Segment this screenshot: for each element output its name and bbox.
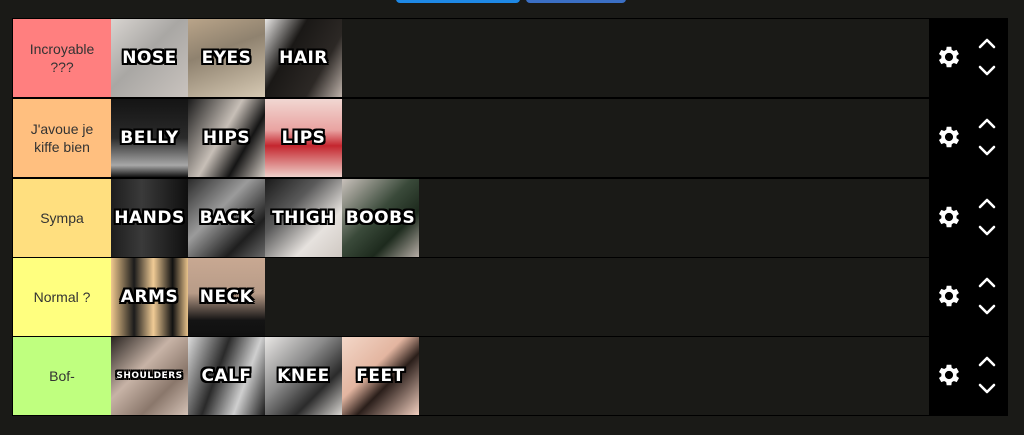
gear-icon[interactable] — [935, 123, 963, 151]
tier-item-label: NOSE — [122, 48, 177, 68]
tier-item-calf[interactable]: CALF — [188, 337, 265, 415]
tier-label[interactable]: Bof- — [13, 337, 111, 415]
tier-item-knee[interactable]: KNEE — [265, 337, 342, 415]
gear-icon[interactable] — [935, 361, 963, 389]
tier-item-belly[interactable]: BELLY — [111, 99, 188, 177]
gear-icon[interactable] — [935, 282, 963, 310]
tier-row: J'avoue je kiffe bien BELLY HIPS LIPS — [12, 99, 1008, 177]
tier-item-label: EYES — [201, 48, 252, 68]
tier-item-back[interactable]: BACK — [188, 179, 265, 257]
tier-item-label: BACK — [199, 208, 254, 228]
tier-item-hair[interactable]: HAIR — [265, 19, 342, 97]
chevron-up-icon[interactable] — [975, 35, 999, 51]
tier-label[interactable]: Incroyable ??? — [13, 19, 111, 97]
tier-item-label: CALF — [201, 366, 252, 386]
tier-item-thigh[interactable]: THIGH — [265, 179, 342, 257]
tier-row: Normal ? ARMS NECK — [12, 258, 1008, 336]
tier-list: Incroyable ??? NOSE EYES HAIR J'avoue je kif… — [12, 18, 1008, 416]
gear-icon[interactable] — [935, 203, 963, 231]
chevron-down-icon[interactable] — [975, 223, 999, 239]
chevron-down-icon[interactable] — [975, 302, 999, 318]
tier-items-dropzone[interactable]: NOSE EYES HAIR — [111, 19, 929, 97]
tier-items-dropzone[interactable]: BELLY HIPS LIPS — [111, 99, 929, 177]
tier-controls — [929, 99, 1007, 177]
tier-item-neck[interactable]: NECK — [188, 258, 265, 336]
tier-items-dropzone[interactable]: HANDS BACK THIGH BOOBS — [111, 179, 929, 257]
tier-item-feet[interactable]: FEET — [342, 337, 419, 415]
tier-row: Sympa HANDS BACK THIGH BOOBS — [12, 179, 1008, 257]
top-button-primary[interactable] — [396, 0, 520, 3]
tier-item-label: FEET — [356, 366, 405, 386]
chevron-up-icon[interactable] — [975, 274, 999, 290]
tier-label[interactable]: Sympa — [13, 179, 111, 257]
tier-controls — [929, 179, 1007, 257]
tier-controls — [929, 258, 1007, 336]
tier-item-hips[interactable]: HIPS — [188, 99, 265, 177]
tier-row: Bof- SHOULDERS CALF KNEE FEET — [12, 337, 1008, 415]
tier-item-hands[interactable]: HANDS — [111, 179, 188, 257]
tier-items-dropzone[interactable]: ARMS NECK — [111, 258, 929, 336]
tier-item-lips[interactable]: LIPS — [265, 99, 342, 177]
top-button-secondary[interactable] — [526, 0, 626, 3]
tier-row: Incroyable ??? NOSE EYES HAIR — [12, 19, 1008, 97]
tier-controls — [929, 19, 1007, 97]
tier-item-nose[interactable]: NOSE — [111, 19, 188, 97]
tier-items-dropzone[interactable]: SHOULDERS CALF KNEE FEET — [111, 337, 929, 415]
tier-item-label: ARMS — [120, 287, 179, 307]
chevron-down-icon[interactable] — [975, 381, 999, 397]
tier-item-label: BELLY — [120, 128, 179, 148]
chevron-up-icon[interactable] — [975, 115, 999, 131]
chevron-down-icon[interactable] — [975, 63, 999, 79]
tier-item-label: HIPS — [202, 128, 251, 148]
tier-item-eyes[interactable]: EYES — [188, 19, 265, 97]
tier-item-arms[interactable]: ARMS — [111, 258, 188, 336]
tier-label[interactable]: Normal ? — [13, 258, 111, 336]
chevron-up-icon[interactable] — [975, 195, 999, 211]
tier-item-label: THIGH — [272, 208, 335, 228]
tier-controls — [929, 337, 1007, 415]
tier-item-shoulders[interactable]: SHOULDERS — [111, 337, 188, 415]
tier-item-label: HAIR — [279, 48, 328, 68]
tier-label[interactable]: J'avoue je kiffe bien — [13, 99, 111, 177]
tier-item-label: NECK — [199, 287, 254, 307]
tier-item-label: KNEE — [277, 366, 330, 386]
tier-item-label: LIPS — [281, 128, 326, 148]
tier-item-label: HANDS — [114, 208, 185, 228]
tier-item-boobs[interactable]: BOOBS — [342, 179, 419, 257]
tier-item-label: SHOULDERS — [116, 371, 183, 381]
chevron-up-icon[interactable] — [975, 353, 999, 369]
gear-icon[interactable] — [935, 43, 963, 71]
chevron-down-icon[interactable] — [975, 143, 999, 159]
tier-item-label: BOOBS — [345, 208, 416, 228]
